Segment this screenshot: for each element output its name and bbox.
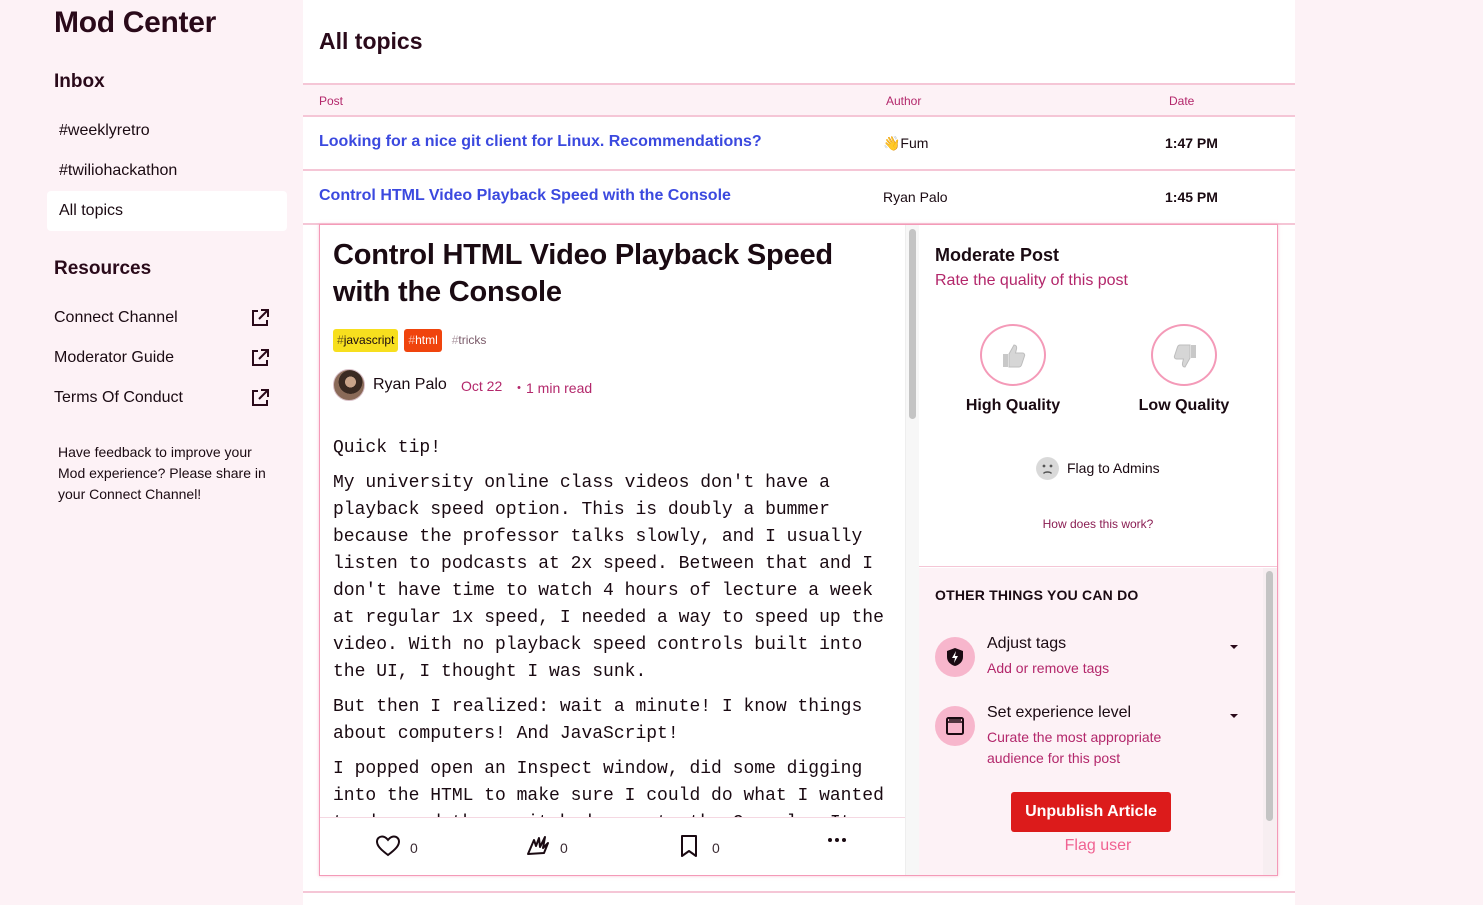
icon-badge — [935, 637, 975, 677]
scrollbar-thumb[interactable] — [1266, 571, 1273, 821]
reaction-bar: 0 0 0 — [320, 817, 905, 875]
other-actions-heading: OTHER THINGS YOU CAN DO — [935, 587, 1139, 603]
page-title: All topics — [319, 28, 423, 54]
flag-user-link[interactable]: Flag user — [919, 837, 1277, 855]
post-title-link[interactable]: Control HTML Video Playback Speed with t… — [319, 187, 731, 205]
author-name[interactable]: Ryan Palo — [373, 376, 447, 394]
how-does-this-work-link[interactable]: How does this work? — [919, 517, 1277, 531]
more-icon — [828, 838, 846, 842]
unicorn-icon — [527, 836, 549, 855]
sidebar-item-all-topics[interactable]: All topics — [47, 191, 287, 231]
resources-heading: Resources — [54, 258, 152, 279]
resource-link-connect-channel[interactable]: Connect Channel — [54, 303, 270, 333]
post-author: Ryan Palo — [883, 189, 948, 205]
article-title: Control HTML Video Playback Speed with t… — [333, 239, 833, 308]
option-description: Curate the most appropriate audience for… — [987, 729, 1162, 766]
table-row[interactable]: Looking for a nice git client for Linux.… — [303, 117, 1295, 171]
article-body: Quick tip! My university online class vi… — [333, 435, 893, 845]
moderate-subtitle: Rate the quality of this post — [935, 272, 1128, 289]
actions-scrollbar[interactable] — [1263, 568, 1277, 875]
resource-link-moderator-guide[interactable]: Moderator Guide — [54, 343, 270, 373]
column-header-author: Author — [886, 94, 922, 108]
thumbs-up-icon — [1003, 344, 1026, 368]
post-date: 1:45 PM — [1165, 189, 1218, 205]
high-quality-label: High Quality — [965, 397, 1061, 414]
tag-list: #javascript #html #tricks — [333, 329, 496, 353]
publish-date: Oct 22 — [461, 378, 503, 394]
external-link-icon — [252, 349, 269, 366]
vote-circle[interactable] — [1151, 324, 1217, 386]
shield-bolt-icon — [947, 648, 963, 666]
external-link-icon — [252, 389, 269, 406]
thumbs-down-icon — [1173, 344, 1196, 368]
avatar[interactable] — [333, 369, 365, 401]
post-title-link[interactable]: Looking for a nice git client for Linux.… — [319, 133, 762, 151]
sidebar-item-twiliohackathon[interactable]: #twiliohackathon — [47, 151, 287, 191]
tag-javascript[interactable]: #javascript — [333, 329, 399, 352]
bookmark-icon — [681, 835, 697, 857]
scrollbar-thumb[interactable] — [909, 229, 916, 419]
post-preview-panel: Control HTML Video Playback Speed with t… — [319, 224, 1278, 876]
flag-to-admins-label: Flag to Admins — [1067, 460, 1160, 476]
post-date: 1:47 PM — [1165, 135, 1218, 151]
app-title: Mod Center — [54, 6, 217, 39]
sidebar-item-weeklyretro[interactable]: #weeklyretro — [47, 111, 287, 151]
frown-face-icon — [1036, 457, 1059, 480]
moderation-panel: Moderate Post Rate the quality of this p… — [919, 225, 1277, 875]
article-preview: Control HTML Video Playback Speed with t… — [320, 225, 905, 875]
heart-icon — [375, 835, 401, 857]
tag-tricks[interactable]: #tricks — [448, 329, 491, 352]
resource-label: Terms Of Conduct — [54, 389, 183, 406]
feedback-note: Have feedback to improve your Mod experi… — [58, 444, 266, 502]
option-description: Add or remove tags — [987, 660, 1110, 676]
external-link-icon — [252, 309, 269, 326]
post-author: 👋Fum — [883, 135, 929, 151]
like-count: 0 — [410, 840, 418, 856]
chevron-down-icon[interactable] — [1230, 645, 1238, 649]
unpublish-article-button[interactable]: Unpublish Article — [1011, 792, 1171, 832]
unicorn-count: 0 — [560, 840, 568, 856]
sidebar: Mod Center Inbox #weeklyretro #twiliohac… — [0, 0, 303, 905]
column-header-post: Post — [319, 94, 344, 108]
bookmark-count: 0 — [712, 840, 720, 856]
option-title: Adjust tags — [987, 635, 1067, 652]
high-quality-button[interactable]: High Quality — [938, 324, 1088, 415]
resource-label: Moderator Guide — [54, 349, 175, 366]
moderate-title: Moderate Post — [935, 245, 1060, 265]
paragraph: But then I realized: wait a minute! I kn… — [333, 697, 863, 744]
paragraph: Quick tip! — [333, 438, 442, 458]
moderate-post-section: Moderate Post Rate the quality of this p… — [919, 225, 1277, 567]
window-icon — [946, 717, 964, 735]
divider — [303, 891, 1295, 893]
vote-circle[interactable] — [980, 324, 1046, 386]
read-time: ・1 min read — [512, 380, 593, 396]
other-actions-section: OTHER THINGS YOU CAN DO Adjust tags Add … — [919, 568, 1277, 875]
resource-label: Connect Channel — [54, 309, 178, 326]
article-scrollbar[interactable] — [905, 225, 919, 875]
icon-badge — [935, 706, 975, 746]
table-row[interactable]: Control HTML Video Playback Speed with t… — [303, 171, 1295, 225]
low-quality-button[interactable]: Low Quality — [1109, 324, 1259, 415]
table-header: Post Author Date — [303, 85, 1295, 117]
low-quality-label: Low Quality — [1138, 397, 1230, 414]
chevron-down-icon[interactable] — [1230, 714, 1238, 718]
option-title: Set experience level — [987, 704, 1132, 721]
column-header-date: Date — [1169, 94, 1195, 108]
resource-link-terms-of-conduct[interactable]: Terms Of Conduct — [54, 383, 270, 413]
main-content: All topics Post Author Date Looking for … — [303, 0, 1295, 905]
tag-html[interactable]: #html — [404, 329, 442, 352]
paragraph: My university online class videos don't … — [333, 473, 884, 682]
inbox-heading: Inbox — [54, 71, 105, 92]
